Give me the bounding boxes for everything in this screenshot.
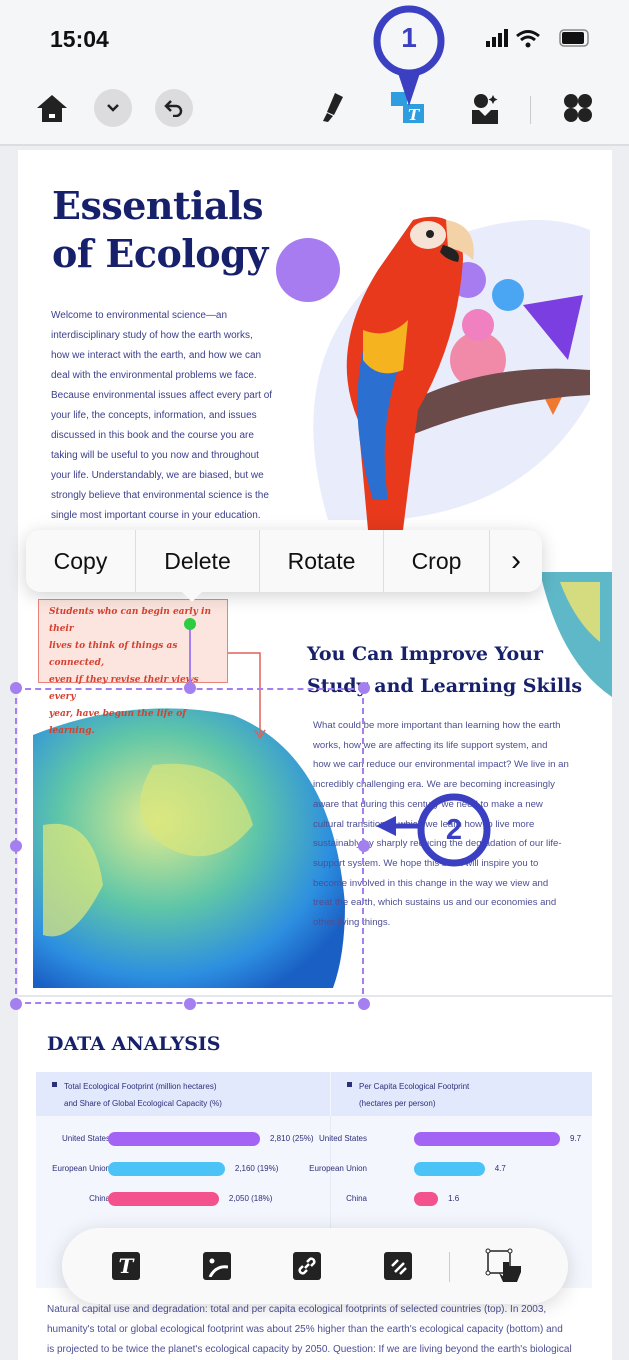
undo-icon xyxy=(164,100,183,117)
intro-line: interdisciplinary study of how the earth… xyxy=(51,330,253,341)
resize-handle-bottom[interactable] xyxy=(184,998,196,1010)
rotate-handle[interactable] xyxy=(184,618,196,630)
chart-title-line: Total Ecological Footprint (million hect… xyxy=(64,1082,217,1091)
intro-line: deal with the environmental problems we … xyxy=(51,370,257,381)
callout-number-2: 2 xyxy=(445,814,463,846)
ai-image-icon xyxy=(472,94,498,124)
caption-line: is projected to be twice the planet's ec… xyxy=(47,1344,572,1355)
chart-header-per-capita: Per Capita Ecological Footprint (hectare… xyxy=(331,1072,592,1116)
toolbar-divider xyxy=(449,1252,450,1282)
add-image-button[interactable] xyxy=(203,1252,231,1280)
context-menu-pointer xyxy=(180,590,204,602)
apps-button[interactable] xyxy=(558,88,598,128)
chevron-down-icon xyxy=(107,104,119,112)
intro-line: Because environmental issues affect ever… xyxy=(51,390,273,401)
menu-crop[interactable]: Crop xyxy=(384,530,490,592)
bar xyxy=(414,1162,485,1176)
top-bar: 15:04 T 1 xyxy=(0,0,629,146)
menu-more-chevron-icon[interactable]: › xyxy=(490,530,542,592)
resize-handle-top-right[interactable] xyxy=(358,682,370,694)
highlighter-icon xyxy=(323,93,343,122)
callout-marker-1 xyxy=(373,5,445,106)
caption-line: humanity's total or global ecological fo… xyxy=(47,1324,563,1335)
add-text-button[interactable]: T xyxy=(112,1252,140,1280)
resize-handle-top[interactable] xyxy=(184,682,196,694)
bar-row: United States 9.7 xyxy=(36,1131,592,1147)
intro-line: strongly believe that environmental scie… xyxy=(51,490,269,501)
chart-header-total: Total Ecological Footprint (million hect… xyxy=(36,1072,330,1116)
bar-value-label: 1.6 xyxy=(448,1194,460,1203)
resize-handle-bottom-right[interactable] xyxy=(358,998,370,1010)
collapse-button[interactable] xyxy=(94,89,132,127)
bar-value-label: 4.7 xyxy=(494,1164,506,1173)
intro-line: your life. Understandably, we are biased… xyxy=(51,470,264,481)
highlighter-button[interactable] xyxy=(312,88,352,128)
chart-title-line: Per Capita Ecological Footprint xyxy=(359,1082,470,1091)
parrot-illustration xyxy=(276,216,590,530)
context-menu: Copy Delete Rotate Crop › xyxy=(26,530,542,592)
add-link-button[interactable] xyxy=(293,1252,321,1280)
bar xyxy=(414,1132,560,1146)
bottom-toolbar: T xyxy=(62,1228,568,1304)
chart-title-line: and Share of Global Ecological Capacity … xyxy=(64,1099,222,1108)
status-time: 15:04 xyxy=(50,26,109,52)
intro-line: taking will be useful to you now and thr… xyxy=(51,450,259,461)
link-icon xyxy=(298,1257,316,1275)
intro-line: Welcome to environmental science—an xyxy=(51,310,228,321)
heading-line: You Can Improve Your xyxy=(307,643,543,665)
resize-handle-left[interactable] xyxy=(10,840,22,852)
intro-line: discussed in this book and the course yo… xyxy=(51,430,254,441)
rotate-handle-line xyxy=(189,623,191,688)
menu-copy[interactable]: Copy xyxy=(26,530,136,592)
ai-image-button[interactable] xyxy=(465,88,505,128)
quote-annotation[interactable]: Students who can begin early in their liv… xyxy=(38,599,228,736)
bar xyxy=(414,1192,439,1206)
intro-line: your life, the concepts, information, an… xyxy=(51,410,257,421)
resize-handle-top-left[interactable] xyxy=(10,682,22,694)
bar-category: European Union xyxy=(309,1164,367,1173)
stamp-icon xyxy=(391,1259,407,1275)
resize-handle-right[interactable] xyxy=(358,840,370,852)
data-analysis-title: DATA ANALYSIS xyxy=(47,1033,221,1055)
title-line: Essentials xyxy=(52,183,263,228)
selection-box[interactable] xyxy=(15,688,364,1004)
bar-row: China 1.6 xyxy=(36,1191,592,1207)
figure-caption: Natural capital use and degradation: tot… xyxy=(47,1300,587,1360)
stamp-button[interactable] xyxy=(384,1252,412,1280)
toolbar-divider xyxy=(530,96,531,124)
image-icon xyxy=(208,1258,228,1277)
menu-delete[interactable]: Delete xyxy=(136,530,260,592)
title-line: of Ecology xyxy=(52,231,268,276)
intro-paragraph: Welcome to environmental science—an inter… xyxy=(51,306,291,526)
menu-rotate[interactable]: Rotate xyxy=(260,530,384,592)
undo-button[interactable] xyxy=(155,89,193,127)
resize-handle-bottom-left[interactable] xyxy=(10,998,22,1010)
quote-line: lives to think of things as connected, xyxy=(49,641,178,668)
home-button[interactable] xyxy=(32,88,72,128)
apps-icon xyxy=(564,94,592,122)
bar-value-label: 9.7 xyxy=(570,1134,582,1143)
chart-title-line: (hectares per person) xyxy=(359,1099,436,1108)
intro-line: single most important course in your edu… xyxy=(51,510,261,521)
intro-line: how we interact with the earth, and how … xyxy=(51,350,262,361)
select-area-button[interactable] xyxy=(485,1248,525,1288)
bar-category: United States xyxy=(318,1134,367,1143)
callout-number-1: 1 xyxy=(401,22,417,53)
select-area-icon xyxy=(485,1248,521,1282)
text-icon: T xyxy=(118,1254,134,1278)
document-title: Essentials of Ecology xyxy=(52,182,268,278)
status-icons xyxy=(486,29,589,48)
bar-row: European Union 4.7 xyxy=(36,1161,592,1177)
callout-marker-2 xyxy=(376,793,491,867)
bar-category: China xyxy=(346,1194,367,1203)
home-icon xyxy=(37,95,67,122)
